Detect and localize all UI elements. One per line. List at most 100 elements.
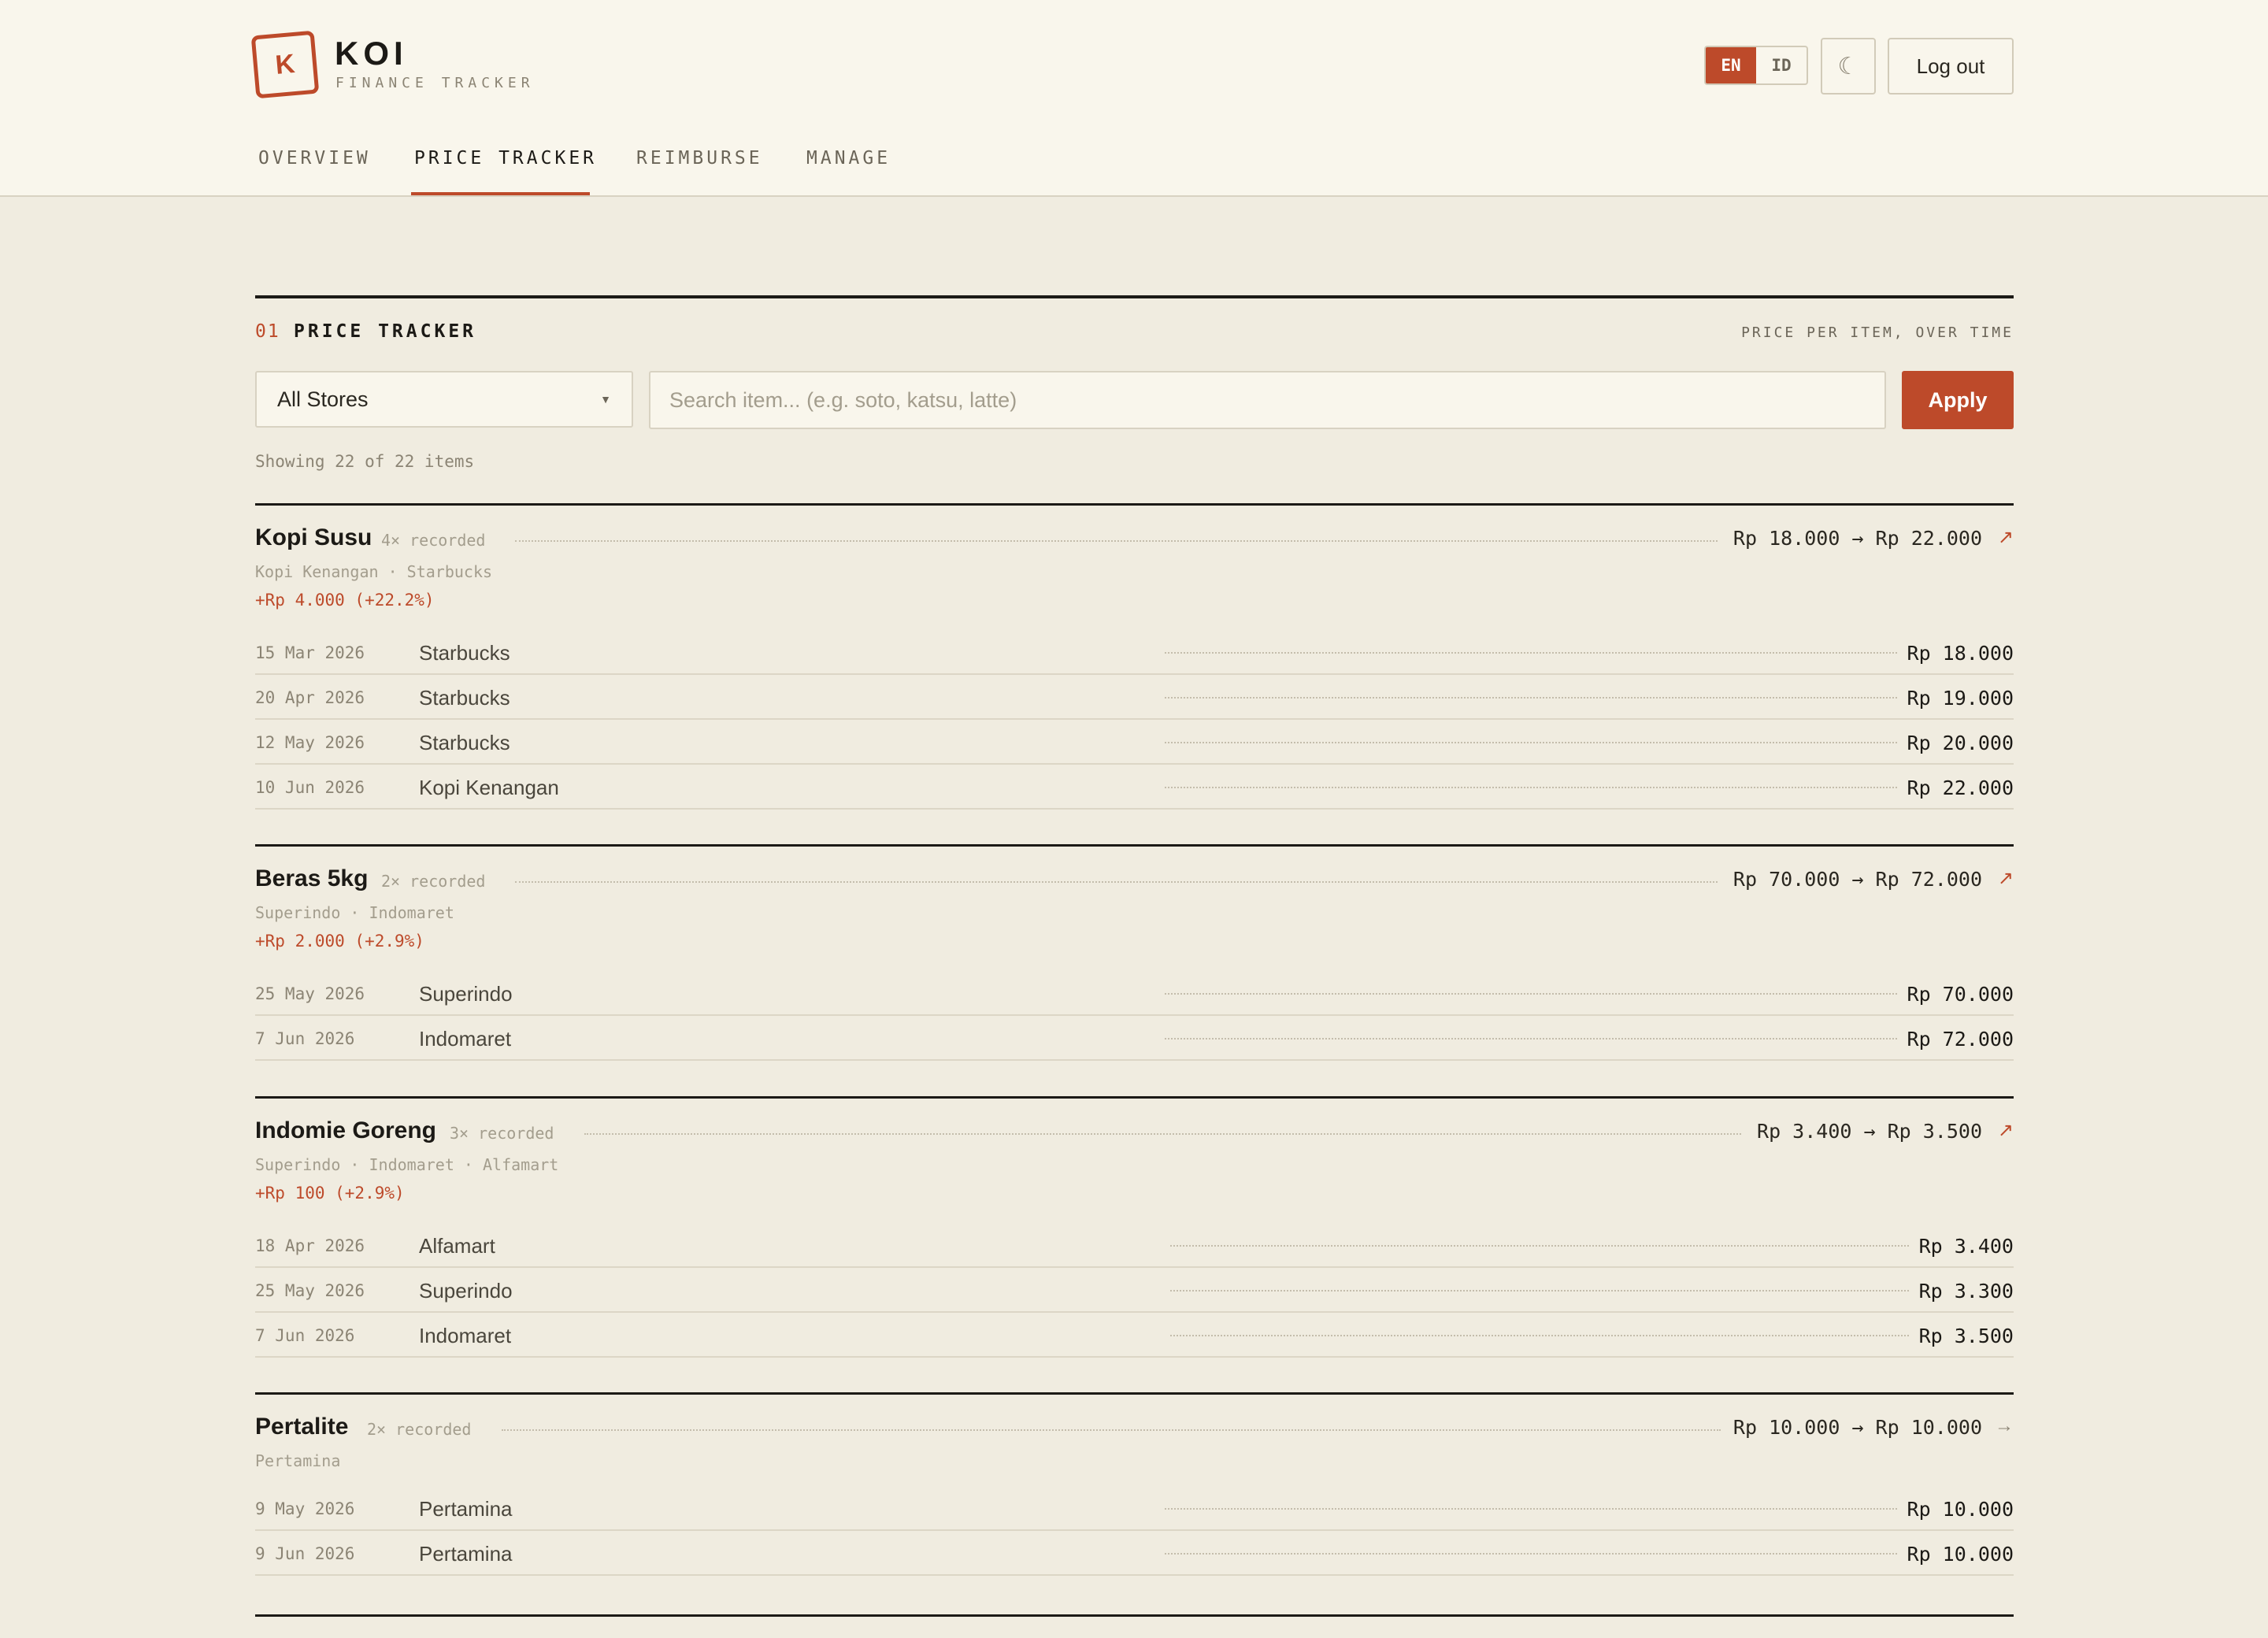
row-store: Kopi Kenangan (419, 776, 559, 799)
table-row: 25 May 2026 Superindo Rp 3.300 (255, 1268, 2014, 1313)
brand-title: KOI (335, 35, 408, 72)
logo-letter: K (274, 48, 296, 80)
table-row: 9 May 2026 Pertamina Rp 10.000 (255, 1486, 2014, 1531)
record-count: 2× recorded (367, 1420, 472, 1439)
group-divider (255, 844, 2014, 847)
main-nav: OVERVIEW PRICE TRACKER REIMBURSE MANAGE (0, 134, 2268, 197)
item-group-kopi-susu: Kopi Susu 4× recorded Rp 18.000 → Rp 22.… (255, 503, 2014, 810)
row-price: Rp 10.000 (1907, 1498, 2014, 1521)
store-select-value: All Stores (277, 387, 369, 411)
dotted-leader (1165, 742, 1897, 743)
price-range: Rp 10.000 → Rp 10.000 (1732, 1416, 1982, 1439)
table-row: 15 Mar 2026 Starbucks Rp 18.000 (255, 630, 2014, 675)
group-header[interactable]: Indomie Goreng 3× recorded Rp 3.400 → Rp… (255, 1117, 2014, 1152)
row-store: Indomaret (419, 1324, 512, 1347)
price-change: +Rp 100 (+2.9%) (255, 1184, 405, 1203)
koi-logo: K (250, 30, 320, 99)
dotted-leader (1165, 1038, 1897, 1040)
row-price: Rp 22.000 (1907, 776, 2014, 799)
search-input[interactable] (649, 371, 1886, 429)
trend-flat-icon: → (1995, 1415, 2014, 1436)
tab-overview[interactable]: OVERVIEW (258, 148, 371, 169)
row-store: Pertamina (419, 1497, 513, 1521)
row-date: 10 Jun 2026 (255, 778, 365, 797)
record-count: 4× recorded (381, 531, 486, 550)
language-switcher: EN ID (1704, 46, 1808, 85)
dotted-leader (1170, 1335, 1909, 1336)
row-price: Rp 18.000 (1907, 642, 2014, 665)
table-row: 20 Apr 2026 Starbucks Rp 19.000 (255, 675, 2014, 720)
trend-up-icon: ↗ (1997, 1120, 2014, 1141)
logout-button[interactable]: Log out (1888, 38, 2014, 94)
table-row: 7 Jun 2026 Indomaret Rp 3.500 (255, 1313, 2014, 1358)
row-date: 9 May 2026 (255, 1499, 355, 1518)
row-date: 25 May 2026 (255, 984, 365, 1003)
group-header[interactable]: Pertalite 2× recorded Rp 10.000 → Rp 10.… (255, 1414, 2014, 1448)
dotted-leader (1165, 1508, 1897, 1510)
row-price: Rp 70.000 (1907, 983, 2014, 1006)
price-range: Rp 3.400 → Rp 3.500 (1757, 1120, 1982, 1143)
price-range: Rp 70.000 → Rp 72.000 (1732, 868, 1982, 891)
store-list: Kopi Kenangan · Starbucks (255, 562, 493, 581)
apply-button[interactable]: Apply (1902, 371, 2014, 429)
tab-manage[interactable]: MANAGE (806, 148, 891, 169)
row-store: Starbucks (419, 641, 510, 665)
group-header[interactable]: Beras 5kg 2× recorded Rp 70.000 → Rp 72.… (255, 865, 2014, 900)
result-count: Showing 22 of 22 items (255, 452, 475, 471)
row-date: 15 Mar 2026 (255, 643, 365, 662)
row-date: 7 Jun 2026 (255, 1326, 355, 1345)
row-price: Rp 19.000 (1907, 687, 2014, 710)
row-date: 18 Apr 2026 (255, 1236, 365, 1255)
section-title: PRICE TRACKER (294, 321, 477, 342)
group-header[interactable]: Kopi Susu 4× recorded Rp 18.000 → Rp 22.… (255, 524, 2014, 559)
dotted-leader (1165, 697, 1897, 699)
price-range: Rp 18.000 → Rp 22.000 (1732, 527, 1982, 550)
row-store: Indomaret (419, 1027, 512, 1051)
section-caption: PRICE PER ITEM, OVER TIME (1741, 324, 2014, 341)
row-price: Rp 3.500 (1918, 1325, 2014, 1347)
table-row: 7 Jun 2026 Indomaret Rp 72.000 (255, 1016, 2014, 1061)
dotted-leader (515, 540, 1718, 542)
row-store: Pertamina (419, 1542, 513, 1566)
dotted-leader (1165, 787, 1897, 788)
theme-toggle-button[interactable]: ☾ (1821, 38, 1876, 94)
brand-subtitle: FINANCE TRACKER (335, 75, 535, 91)
row-price: Rp 72.000 (1907, 1028, 2014, 1051)
active-tab-indicator (411, 192, 590, 195)
item-group-indomie-goreng: Indomie Goreng 3× recorded Rp 3.400 → Rp… (255, 1096, 2014, 1358)
chevron-down-icon: ▼ (600, 393, 611, 406)
tab-reimburse[interactable]: REIMBURSE (636, 148, 763, 169)
dotted-leader (1165, 652, 1897, 654)
row-price: Rp 3.400 (1918, 1235, 2014, 1258)
row-store: Superindo (419, 982, 513, 1006)
group-divider (255, 1614, 2014, 1617)
store-list: Superindo · Indomaret (255, 903, 454, 922)
record-count: 2× recorded (381, 872, 486, 891)
store-list: Pertamina (255, 1451, 341, 1470)
dotted-leader (584, 1133, 1741, 1135)
dotted-leader (1165, 993, 1897, 995)
tab-price-tracker[interactable]: PRICE TRACKER (414, 148, 597, 169)
price-tracker-section: 01 PRICE TRACKER PRICE PER ITEM, OVER TI… (255, 295, 2014, 1617)
moon-icon: ☾ (1837, 53, 1859, 80)
table-row: 10 Jun 2026 Kopi Kenangan Rp 22.000 (255, 765, 2014, 810)
row-store: Superindo (419, 1279, 513, 1303)
item-name: Pertalite (255, 1414, 349, 1440)
row-store: Starbucks (419, 686, 510, 710)
dotted-leader (515, 881, 1718, 883)
row-date: 12 May 2026 (255, 733, 365, 752)
group-divider (255, 1392, 2014, 1395)
store-select[interactable]: All Stores ▼ (255, 371, 633, 428)
record-count: 3× recorded (450, 1124, 554, 1143)
lang-id-button[interactable]: ID (1756, 47, 1807, 83)
table-row: 12 May 2026 Starbucks Rp 20.000 (255, 720, 2014, 765)
trend-up-icon: ↗ (1997, 527, 2014, 548)
store-list: Superindo · Indomaret · Alfamart (255, 1155, 559, 1174)
lang-en-button[interactable]: EN (1706, 47, 1756, 83)
item-name: Kopi Susu (255, 524, 372, 550)
row-price: Rp 10.000 (1907, 1543, 2014, 1566)
item-group-beras-5kg: Beras 5kg 2× recorded Rp 70.000 → Rp 72.… (255, 844, 2014, 1061)
section-number: 01 (255, 321, 280, 342)
row-date: 9 Jun 2026 (255, 1544, 355, 1563)
row-date: 7 Jun 2026 (255, 1029, 355, 1048)
